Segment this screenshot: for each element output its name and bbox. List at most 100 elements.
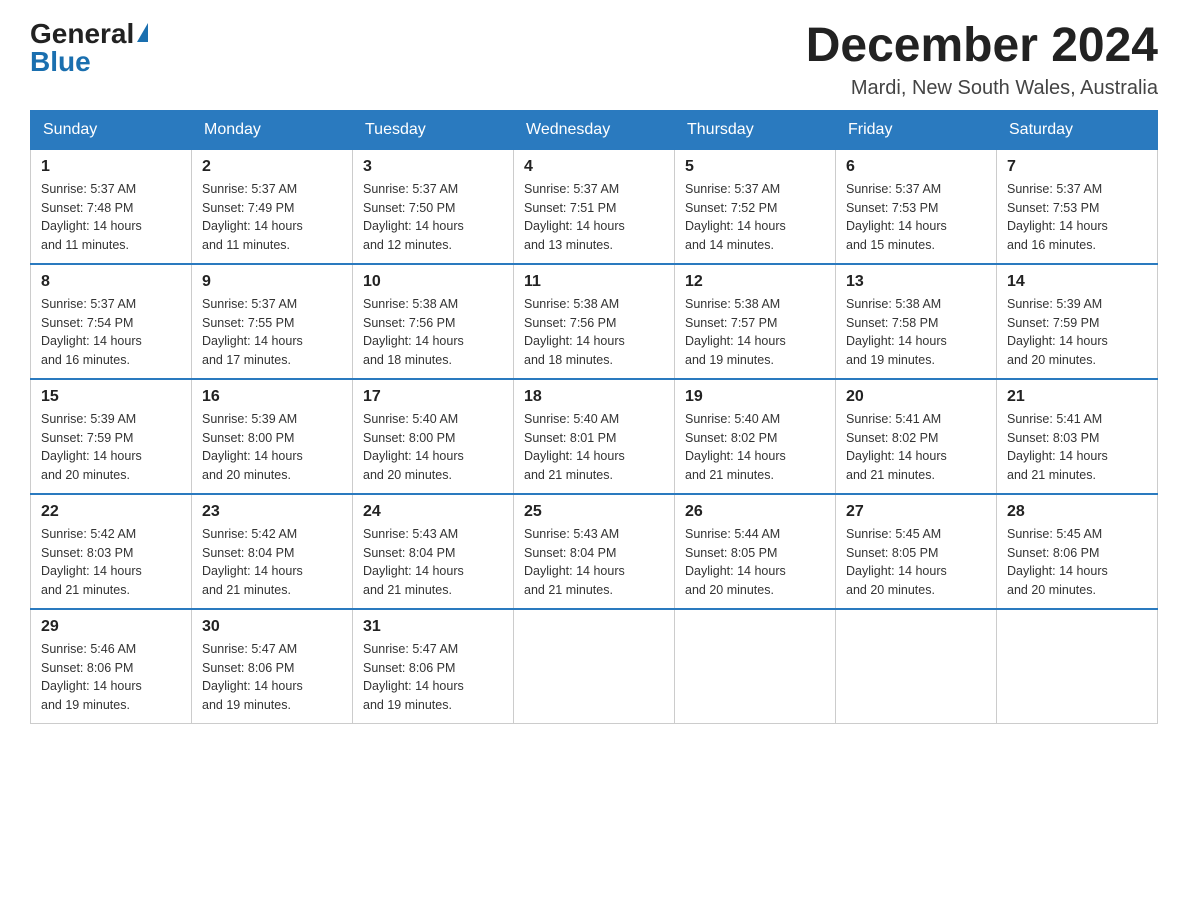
- day-info: Sunrise: 5:41 AM Sunset: 8:03 PM Dayligh…: [1007, 410, 1147, 485]
- calendar-day-cell: 30 Sunrise: 5:47 AM Sunset: 8:06 PM Dayl…: [192, 609, 353, 724]
- calendar-table: SundayMondayTuesdayWednesdayThursdayFrid…: [30, 110, 1158, 724]
- calendar-day-cell: 31 Sunrise: 5:47 AM Sunset: 8:06 PM Dayl…: [353, 609, 514, 724]
- day-number: 25: [524, 503, 664, 521]
- calendar-day-cell: 16 Sunrise: 5:39 AM Sunset: 8:00 PM Dayl…: [192, 379, 353, 494]
- day-info: Sunrise: 5:37 AM Sunset: 7:54 PM Dayligh…: [41, 295, 181, 370]
- weekday-header-wednesday: Wednesday: [514, 110, 675, 149]
- page-header: General Blue December 2024 Mardi, New So…: [30, 20, 1158, 100]
- day-number: 20: [846, 388, 986, 406]
- day-number: 12: [685, 273, 825, 291]
- day-number: 27: [846, 503, 986, 521]
- calendar-day-cell: 9 Sunrise: 5:37 AM Sunset: 7:55 PM Dayli…: [192, 264, 353, 379]
- day-number: 18: [524, 388, 664, 406]
- day-number: 5: [685, 158, 825, 176]
- day-number: 14: [1007, 273, 1147, 291]
- day-info: Sunrise: 5:46 AM Sunset: 8:06 PM Dayligh…: [41, 640, 181, 715]
- calendar-week-row: 8 Sunrise: 5:37 AM Sunset: 7:54 PM Dayli…: [31, 264, 1158, 379]
- day-info: Sunrise: 5:39 AM Sunset: 7:59 PM Dayligh…: [1007, 295, 1147, 370]
- calendar-day-cell: 7 Sunrise: 5:37 AM Sunset: 7:53 PM Dayli…: [997, 149, 1158, 264]
- day-info: Sunrise: 5:45 AM Sunset: 8:05 PM Dayligh…: [846, 525, 986, 600]
- weekday-header-saturday: Saturday: [997, 110, 1158, 149]
- calendar-day-cell: [836, 609, 997, 724]
- logo-triangle-icon: [137, 23, 148, 42]
- calendar-day-cell: [514, 609, 675, 724]
- day-number: 30: [202, 618, 342, 636]
- calendar-week-row: 1 Sunrise: 5:37 AM Sunset: 7:48 PM Dayli…: [31, 149, 1158, 264]
- day-info: Sunrise: 5:47 AM Sunset: 8:06 PM Dayligh…: [202, 640, 342, 715]
- day-info: Sunrise: 5:47 AM Sunset: 8:06 PM Dayligh…: [363, 640, 503, 715]
- day-number: 2: [202, 158, 342, 176]
- title-block: December 2024 Mardi, New South Wales, Au…: [806, 20, 1158, 100]
- day-number: 19: [685, 388, 825, 406]
- logo-blue: Blue: [30, 48, 91, 76]
- calendar-day-cell: 28 Sunrise: 5:45 AM Sunset: 8:06 PM Dayl…: [997, 494, 1158, 609]
- calendar-day-cell: 22 Sunrise: 5:42 AM Sunset: 8:03 PM Dayl…: [31, 494, 192, 609]
- day-info: Sunrise: 5:40 AM Sunset: 8:00 PM Dayligh…: [363, 410, 503, 485]
- day-number: 4: [524, 158, 664, 176]
- day-info: Sunrise: 5:37 AM Sunset: 7:53 PM Dayligh…: [846, 180, 986, 255]
- weekday-header-thursday: Thursday: [675, 110, 836, 149]
- weekday-header-tuesday: Tuesday: [353, 110, 514, 149]
- day-info: Sunrise: 5:38 AM Sunset: 7:58 PM Dayligh…: [846, 295, 986, 370]
- calendar-day-cell: 4 Sunrise: 5:37 AM Sunset: 7:51 PM Dayli…: [514, 149, 675, 264]
- calendar-day-cell: 12 Sunrise: 5:38 AM Sunset: 7:57 PM Dayl…: [675, 264, 836, 379]
- calendar-day-cell: 8 Sunrise: 5:37 AM Sunset: 7:54 PM Dayli…: [31, 264, 192, 379]
- day-number: 28: [1007, 503, 1147, 521]
- calendar-day-cell: 27 Sunrise: 5:45 AM Sunset: 8:05 PM Dayl…: [836, 494, 997, 609]
- day-number: 16: [202, 388, 342, 406]
- day-info: Sunrise: 5:37 AM Sunset: 7:49 PM Dayligh…: [202, 180, 342, 255]
- day-info: Sunrise: 5:43 AM Sunset: 8:04 PM Dayligh…: [363, 525, 503, 600]
- day-info: Sunrise: 5:43 AM Sunset: 8:04 PM Dayligh…: [524, 525, 664, 600]
- month-title: December 2024: [806, 20, 1158, 73]
- day-info: Sunrise: 5:37 AM Sunset: 7:51 PM Dayligh…: [524, 180, 664, 255]
- day-info: Sunrise: 5:38 AM Sunset: 7:56 PM Dayligh…: [524, 295, 664, 370]
- day-info: Sunrise: 5:42 AM Sunset: 8:03 PM Dayligh…: [41, 525, 181, 600]
- calendar-week-row: 15 Sunrise: 5:39 AM Sunset: 7:59 PM Dayl…: [31, 379, 1158, 494]
- calendar-day-cell: 15 Sunrise: 5:39 AM Sunset: 7:59 PM Dayl…: [31, 379, 192, 494]
- calendar-day-cell: 13 Sunrise: 5:38 AM Sunset: 7:58 PM Dayl…: [836, 264, 997, 379]
- calendar-day-cell: 23 Sunrise: 5:42 AM Sunset: 8:04 PM Dayl…: [192, 494, 353, 609]
- calendar-day-cell: 6 Sunrise: 5:37 AM Sunset: 7:53 PM Dayli…: [836, 149, 997, 264]
- calendar-day-cell: 21 Sunrise: 5:41 AM Sunset: 8:03 PM Dayl…: [997, 379, 1158, 494]
- calendar-day-cell: 3 Sunrise: 5:37 AM Sunset: 7:50 PM Dayli…: [353, 149, 514, 264]
- calendar-day-cell: 20 Sunrise: 5:41 AM Sunset: 8:02 PM Dayl…: [836, 379, 997, 494]
- day-info: Sunrise: 5:45 AM Sunset: 8:06 PM Dayligh…: [1007, 525, 1147, 600]
- day-number: 10: [363, 273, 503, 291]
- day-info: Sunrise: 5:38 AM Sunset: 7:56 PM Dayligh…: [363, 295, 503, 370]
- day-info: Sunrise: 5:38 AM Sunset: 7:57 PM Dayligh…: [685, 295, 825, 370]
- location-subtitle: Mardi, New South Wales, Australia: [806, 77, 1158, 100]
- day-number: 3: [363, 158, 503, 176]
- weekday-header-row: SundayMondayTuesdayWednesdayThursdayFrid…: [31, 110, 1158, 149]
- day-number: 9: [202, 273, 342, 291]
- calendar-day-cell: 5 Sunrise: 5:37 AM Sunset: 7:52 PM Dayli…: [675, 149, 836, 264]
- logo-general: General: [30, 20, 134, 48]
- day-info: Sunrise: 5:37 AM Sunset: 7:55 PM Dayligh…: [202, 295, 342, 370]
- calendar-day-cell: 17 Sunrise: 5:40 AM Sunset: 8:00 PM Dayl…: [353, 379, 514, 494]
- day-info: Sunrise: 5:37 AM Sunset: 7:50 PM Dayligh…: [363, 180, 503, 255]
- day-info: Sunrise: 5:40 AM Sunset: 8:02 PM Dayligh…: [685, 410, 825, 485]
- day-info: Sunrise: 5:42 AM Sunset: 8:04 PM Dayligh…: [202, 525, 342, 600]
- day-number: 13: [846, 273, 986, 291]
- calendar-day-cell: 14 Sunrise: 5:39 AM Sunset: 7:59 PM Dayl…: [997, 264, 1158, 379]
- day-number: 6: [846, 158, 986, 176]
- day-info: Sunrise: 5:41 AM Sunset: 8:02 PM Dayligh…: [846, 410, 986, 485]
- day-number: 22: [41, 503, 181, 521]
- day-number: 15: [41, 388, 181, 406]
- day-number: 7: [1007, 158, 1147, 176]
- day-number: 8: [41, 273, 181, 291]
- calendar-week-row: 22 Sunrise: 5:42 AM Sunset: 8:03 PM Dayl…: [31, 494, 1158, 609]
- day-info: Sunrise: 5:39 AM Sunset: 7:59 PM Dayligh…: [41, 410, 181, 485]
- day-number: 23: [202, 503, 342, 521]
- weekday-header-monday: Monday: [192, 110, 353, 149]
- weekday-header-friday: Friday: [836, 110, 997, 149]
- day-info: Sunrise: 5:40 AM Sunset: 8:01 PM Dayligh…: [524, 410, 664, 485]
- calendar-day-cell: 19 Sunrise: 5:40 AM Sunset: 8:02 PM Dayl…: [675, 379, 836, 494]
- calendar-day-cell: 11 Sunrise: 5:38 AM Sunset: 7:56 PM Dayl…: [514, 264, 675, 379]
- calendar-day-cell: [997, 609, 1158, 724]
- calendar-week-row: 29 Sunrise: 5:46 AM Sunset: 8:06 PM Dayl…: [31, 609, 1158, 724]
- calendar-day-cell: 25 Sunrise: 5:43 AM Sunset: 8:04 PM Dayl…: [514, 494, 675, 609]
- day-number: 31: [363, 618, 503, 636]
- calendar-day-cell: 29 Sunrise: 5:46 AM Sunset: 8:06 PM Dayl…: [31, 609, 192, 724]
- day-number: 29: [41, 618, 181, 636]
- logo: General Blue: [30, 20, 148, 76]
